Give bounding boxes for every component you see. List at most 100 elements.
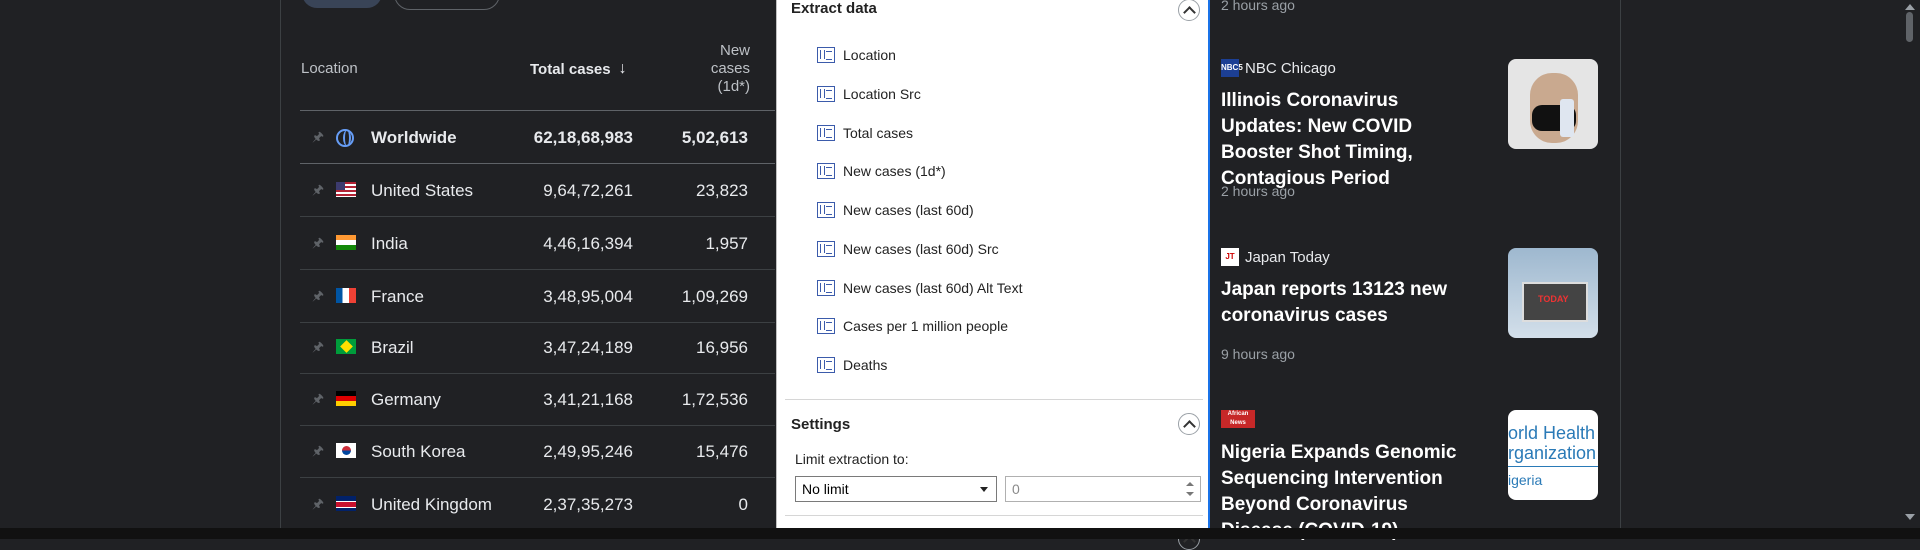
column-header-total-cases[interactable]: Total cases ↓ (530, 60, 627, 78)
news-source-name: NBC Chicago (1245, 59, 1336, 77)
table-row[interactable]: 🖈 France 3,48,95,004 1,09,269 (300, 270, 775, 323)
scroll-down-arrow-icon[interactable] (1905, 514, 1915, 520)
column-header-location[interactable]: Location (301, 60, 358, 77)
section-divider (785, 515, 1203, 516)
extract-field-item[interactable]: Total cases (817, 121, 913, 145)
news-thumbnail-image[interactable] (1508, 59, 1598, 149)
column-header-new-line1: New (719, 42, 750, 59)
news-headline[interactable]: Illinois Coronavirus Updates: New COVID … (1221, 88, 1471, 192)
row-location: Brazil (371, 338, 414, 357)
pin-icon[interactable]: 🖈 (312, 495, 326, 511)
limit-select-value: No limit (802, 481, 849, 497)
news-source[interactable]: JT Japan Today (1221, 248, 1330, 266)
extract-field-item[interactable]: New cases (last 60d) (817, 198, 974, 222)
thumbnail-text: igeria (1508, 472, 1543, 488)
table-row[interactable]: 🖈 United States 9,64,72,261 23,823 (300, 164, 775, 217)
extract-field-label: Total cases (843, 125, 914, 141)
news-thumbnail-image[interactable]: TODAY (1508, 248, 1598, 338)
news-source[interactable]: NBC5 NBC Chicago (1221, 59, 1336, 77)
news-timestamp: 9 hours ago (1221, 346, 1295, 362)
limit-extraction-select[interactable]: No limit (795, 476, 997, 502)
news-headline[interactable]: Japan reports 13123 new coronavirus case… (1221, 277, 1471, 329)
pin-icon[interactable]: 🖈 (312, 128, 326, 144)
extract-field-label: Deaths (843, 357, 888, 373)
row-new-cases: 1,957 (705, 234, 748, 253)
table-column-icon (817, 202, 835, 218)
table-row[interactable]: 🖈 India 4,46,16,394 1,957 (300, 217, 775, 270)
table-column-icon (817, 357, 835, 373)
extract-field-label: Cases per 1 million people (843, 318, 1008, 334)
extract-field-label: Location Src (843, 86, 921, 102)
table-row-worldwide[interactable]: 🖈 Worldwide 62,18,68,983 5,02,613 (300, 111, 775, 164)
filter-pill[interactable] (394, 0, 500, 10)
row-total-cases: 3,47,24,189 (543, 338, 633, 357)
row-total-cases: 2,37,35,273 (543, 495, 633, 514)
table-row[interactable]: 🖈 United Kingdom 2,37,35,273 0 (300, 478, 775, 530)
news-column-divider (1620, 0, 1621, 528)
pin-icon[interactable]: 🖈 (312, 181, 326, 197)
news-timestamp: 2 hours ago (1221, 0, 1295, 13)
row-location: South Korea (371, 442, 466, 461)
row-new-cases: 16,956 (696, 338, 748, 357)
row-location: France (371, 287, 424, 306)
extract-field-label: Location (843, 47, 896, 63)
table-row[interactable]: 🖈 Brazil 3,47,24,189 16,956 (300, 321, 775, 374)
collapse-chevron-icon[interactable] (1178, 413, 1200, 435)
row-new-cases: 23,823 (696, 181, 748, 200)
france-flag-icon (336, 288, 356, 303)
row-total-cases: 9,64,72,261 (543, 181, 633, 200)
extract-field-item[interactable]: New cases (1d*) (817, 159, 946, 183)
news-source[interactable]: African News (1221, 410, 1255, 428)
row-total-cases: 2,49,95,246 (543, 442, 633, 461)
table-row[interactable]: 🖈 Germany 3,41,21,168 1,72,536 (300, 373, 775, 426)
extract-field-item[interactable]: Cases per 1 million people (817, 314, 1008, 338)
limit-number-value: 0 (1012, 481, 1020, 497)
filter-pill-active[interactable] (302, 0, 382, 8)
row-location: Worldwide (371, 128, 457, 147)
spin-down-icon[interactable] (1186, 492, 1194, 496)
extract-field-item[interactable]: Location (817, 43, 896, 67)
extract-field-label: New cases (last 60d) Src (843, 241, 999, 257)
page-scrollbar[interactable] (1899, 0, 1920, 528)
row-new-cases: 5,02,613 (681, 128, 748, 147)
row-total-cases: 3,48,95,004 (543, 287, 633, 306)
extract-field-item[interactable]: New cases (last 60d) Src (817, 237, 999, 261)
extract-field-item[interactable]: Deaths (817, 353, 887, 377)
news-thumbnail-image[interactable]: orld Health rganization igeria (1508, 410, 1598, 500)
news-source-name: Japan Today (1245, 248, 1330, 266)
india-flag-icon (336, 235, 356, 250)
us-flag-icon (336, 182, 356, 197)
pin-icon[interactable]: 🖈 (312, 442, 326, 458)
extract-field-item[interactable]: New cases (last 60d) Alt Text (817, 276, 1022, 300)
limit-number-input[interactable]: 0 (1005, 476, 1201, 502)
pin-icon[interactable]: 🖈 (312, 287, 326, 303)
table-row[interactable]: 🖈 South Korea 2,49,95,246 15,476 (300, 425, 775, 478)
thumbnail-text: TODAY (1538, 294, 1569, 304)
globe-icon (336, 129, 356, 147)
table-column-icon (817, 163, 835, 179)
nbc-logo-icon: NBC5 (1221, 59, 1243, 77)
row-location: India (371, 234, 408, 253)
table-column-icon (817, 318, 835, 334)
column-header-new-cases[interactable]: New cases (1d*) (690, 42, 750, 96)
extract-field-item[interactable]: Location Src (817, 82, 921, 106)
bottom-edge (0, 528, 1920, 539)
uk-flag-icon (336, 496, 356, 511)
row-new-cases: 1,72,536 (681, 390, 748, 409)
collapse-chevron-icon[interactable] (1178, 0, 1200, 21)
news-timestamp: 2 hours ago (1221, 183, 1295, 199)
pin-icon[interactable]: 🖈 (312, 338, 326, 354)
scroll-up-arrow-icon[interactable] (1905, 4, 1915, 10)
extract-field-label: New cases (last 60d) Alt Text (843, 280, 1023, 296)
pin-icon[interactable]: 🖈 (312, 390, 326, 406)
scrollbar-thumb[interactable] (1906, 12, 1913, 42)
pin-icon[interactable]: 🖈 (312, 234, 326, 250)
row-location: Germany (371, 390, 441, 409)
table-column-icon (817, 125, 835, 141)
spin-up-icon[interactable] (1186, 482, 1194, 486)
extract-field-label: New cases (1d*) (843, 163, 946, 179)
brazil-flag-icon (336, 339, 356, 354)
row-total-cases: 62,18,68,983 (533, 128, 633, 147)
table-column-icon (817, 241, 835, 257)
table-column-icon (817, 47, 835, 63)
